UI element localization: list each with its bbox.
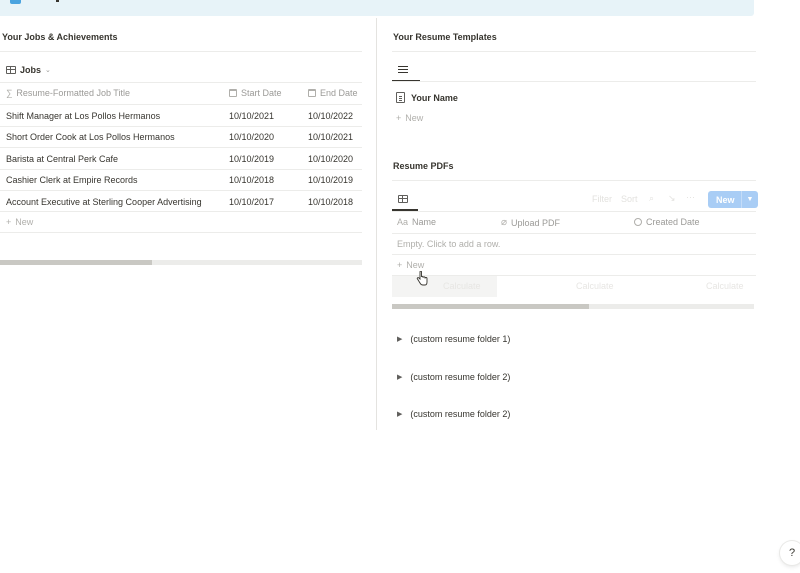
table-cell-job-title[interactable]: Barista at Central Perk Cafe	[6, 154, 118, 164]
table-cell-start-date[interactable]: 10/10/2018	[229, 175, 274, 185]
table-icon	[6, 66, 16, 74]
table-cell-job-title[interactable]: Short Order Cook at Los Pollos Hermanos	[6, 132, 175, 142]
row-divider	[0, 126, 362, 127]
hand-cursor-icon	[416, 271, 428, 286]
calendar-icon	[229, 89, 237, 97]
row-divider	[0, 169, 362, 170]
toggle-label: (custom resume folder 2)	[410, 372, 511, 382]
jobs-view-tab[interactable]: Jobs ⌄	[6, 65, 51, 75]
pdfs-tab-divider	[392, 211, 756, 212]
expand-icon[interactable]: ↘	[668, 193, 676, 204]
column-header-end-date[interactable]: End Date	[308, 88, 358, 98]
empty-table-placeholder[interactable]: Empty. Click to add a row.	[397, 239, 500, 249]
column-header-label: Name	[412, 217, 437, 227]
row-divider	[0, 147, 362, 148]
chevron-down-icon: ⌄	[45, 67, 51, 74]
filter-button[interactable]: Filter	[592, 194, 612, 204]
column-header-job-title[interactable]: ∑ Resume-Formatted Job Title	[6, 88, 130, 98]
toggle-label: (custom resume folder 2)	[410, 409, 511, 419]
toggle-custom-folder-2[interactable]: ▶ (custom resume folder 2)	[397, 372, 510, 382]
new-row-divider	[0, 232, 362, 233]
calculate-label[interactable]: Calculate	[706, 281, 744, 291]
chevron-down-icon[interactable]: ▼	[742, 196, 759, 203]
formula-icon: ∑	[6, 88, 13, 98]
pdfs-header-divider	[392, 233, 756, 234]
empty-row-divider	[392, 254, 756, 255]
pdfs-new-row-button[interactable]: + New	[397, 260, 424, 270]
header-row-divider	[0, 104, 362, 105]
column-divider	[376, 18, 377, 430]
page-icon	[10, 0, 21, 4]
triangle-right-icon[interactable]: ▶	[397, 335, 402, 343]
column-header-label: Upload PDF	[511, 217, 561, 228]
pdfs-scrollbar-thumb[interactable]	[392, 304, 589, 309]
plus-icon: +	[6, 217, 12, 227]
table-cell-end-date[interactable]: 10/10/2018	[308, 197, 353, 207]
column-header-upload-pdf[interactable]: ⌀ Upload PDF	[501, 217, 560, 228]
pdfs-new-button[interactable]: New ▼	[708, 191, 759, 208]
triangle-right-icon[interactable]: ▶	[397, 410, 402, 418]
toggle-custom-folder-1[interactable]: ▶ (custom resume folder 1)	[397, 334, 510, 344]
table-cell-job-title[interactable]: Cashier Clerk at Empire Records	[6, 175, 138, 185]
column-header-name[interactable]: Aa Name	[397, 217, 436, 227]
more-options-icon[interactable]: ···	[686, 192, 695, 202]
paperclip-icon: ⌀	[501, 217, 508, 228]
table-cell-end-date[interactable]: 10/10/2021	[308, 132, 353, 142]
column-header-label: Resume-Formatted Job Title	[16, 88, 130, 98]
column-header-created-date[interactable]: Created Date	[634, 217, 700, 227]
table-cell-job-title[interactable]: Account Executive at Sterling Cooper Adv…	[6, 197, 202, 207]
column-header-label: End Date	[320, 88, 358, 98]
page-icon	[396, 92, 405, 103]
table-cell-job-title[interactable]: Shift Manager at Los Pollos Hermanos	[6, 111, 160, 121]
banner-text-fragment	[56, 0, 59, 2]
templates-heading: Your Resume Templates	[393, 32, 497, 42]
row-divider	[0, 190, 362, 191]
column-header-label: Created Date	[646, 217, 700, 227]
column-header-start-date[interactable]: Start Date	[229, 88, 282, 98]
list-view-icon[interactable]	[398, 66, 408, 73]
jobs-new-row-button[interactable]: + New	[6, 217, 33, 227]
search-icon[interactable]: ⌕	[649, 193, 654, 204]
table-cell-start-date[interactable]: 10/10/2021	[229, 111, 274, 121]
jobs-heading-divider	[0, 51, 362, 52]
table-cell-start-date[interactable]: 10/10/2020	[229, 132, 274, 142]
calculate-label[interactable]: Calculate	[576, 281, 614, 291]
plus-icon: +	[397, 260, 403, 270]
template-item-label: Your Name	[411, 92, 458, 103]
calendar-icon	[308, 89, 316, 97]
table-cell-end-date[interactable]: 10/10/2019	[308, 175, 353, 185]
sort-button[interactable]: Sort	[621, 194, 638, 204]
calculate-label: Calculate	[443, 281, 481, 291]
table-cell-start-date[interactable]: 10/10/2017	[229, 197, 274, 207]
table-cell-start-date[interactable]: 10/10/2019	[229, 154, 274, 164]
templates-new-button[interactable]: + New	[396, 113, 423, 123]
triangle-right-icon[interactable]: ▶	[397, 373, 402, 381]
new-label: New	[405, 113, 424, 123]
jobs-view-label: Jobs	[20, 65, 42, 75]
new-button-label: New	[716, 194, 735, 205]
templates-tab-divider	[392, 81, 756, 82]
jobs-tab-divider	[0, 82, 362, 83]
template-item-your-name[interactable]: Your Name	[396, 92, 458, 103]
clock-icon	[634, 218, 642, 226]
jobs-heading: Your Jobs & Achievements	[2, 32, 118, 42]
toggle-custom-folder-3[interactable]: ▶ (custom resume folder 2)	[397, 409, 510, 419]
pdfs-heading: Resume PDFs	[393, 161, 454, 171]
new-label: New	[15, 217, 34, 227]
templates-heading-divider	[392, 51, 756, 52]
plus-icon: +	[396, 113, 402, 123]
toggle-label: (custom resume folder 1)	[410, 334, 511, 344]
new-label: New	[406, 260, 425, 270]
table-cell-end-date[interactable]: 10/10/2020	[308, 154, 353, 164]
table-cell-end-date[interactable]: 10/10/2022	[308, 111, 353, 121]
row-divider	[0, 211, 362, 212]
text-property-icon: Aa	[397, 217, 409, 227]
help-button[interactable]: ?	[780, 541, 800, 565]
pdfs-heading-divider	[392, 180, 756, 181]
jobs-scrollbar-thumb[interactable]	[0, 260, 152, 265]
page-banner	[0, 0, 754, 16]
column-header-label: Start Date	[241, 88, 282, 98]
table-view-icon[interactable]	[398, 195, 408, 203]
